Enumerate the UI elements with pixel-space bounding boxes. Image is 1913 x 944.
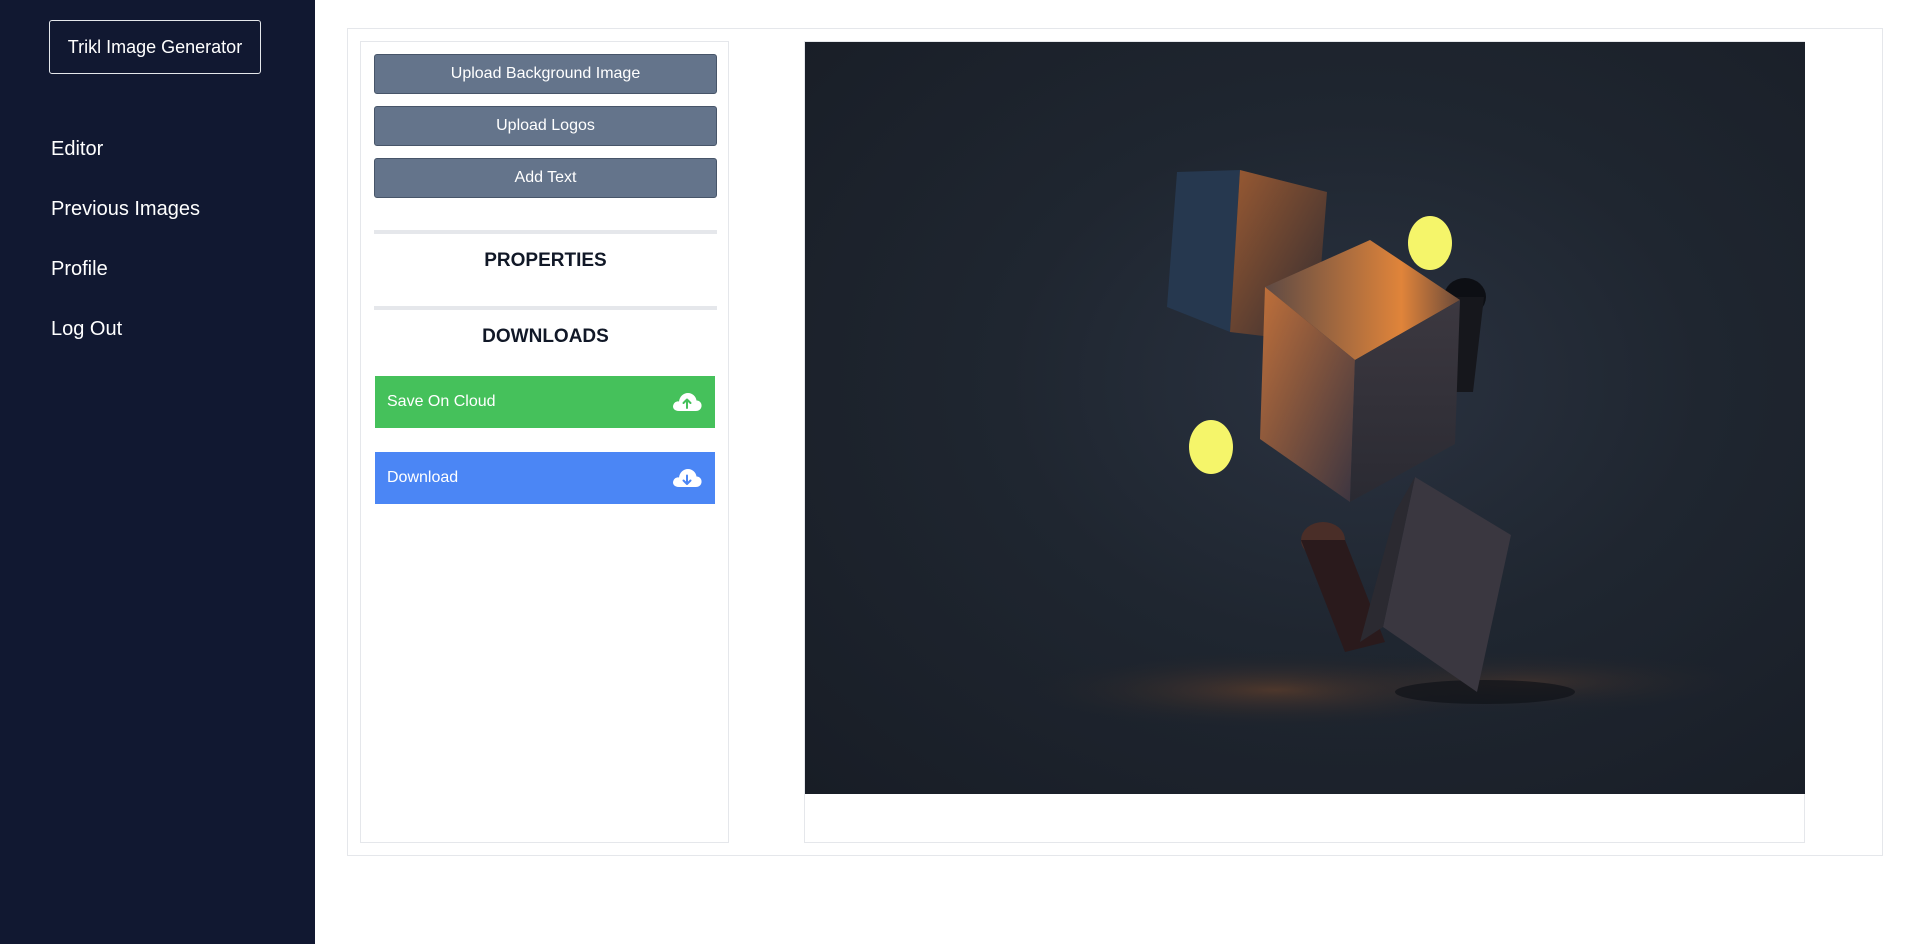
sidebar-item-log-out[interactable]: Log Out: [51, 310, 200, 370]
upload-logos-button[interactable]: Upload Logos: [374, 106, 717, 146]
app-root: Trikl Image Generator Editor Previous Im…: [0, 0, 1913, 944]
save-on-cloud-label: Save On Cloud: [387, 393, 496, 410]
download-label: Download: [387, 469, 459, 486]
brand-button[interactable]: Trikl Image Generator: [49, 20, 261, 74]
background-image: [1015, 170, 1765, 730]
sidebar: Trikl Image Generator Editor Previous Im…: [0, 0, 315, 944]
add-text-button[interactable]: Add Text: [374, 158, 717, 198]
download-button[interactable]: Download: [375, 452, 715, 504]
sidebar-item-previous-images[interactable]: Previous Images: [51, 190, 200, 250]
cloud-download-icon: [671, 466, 703, 490]
divider: [374, 230, 717, 234]
properties-title: PROPERTIES: [484, 250, 607, 271]
upload-background-button[interactable]: Upload Background Image: [374, 54, 717, 94]
sidebar-nav: Editor Previous Images Profile Log Out: [51, 130, 200, 370]
tools-panel: Upload Background Image Upload Logos Add…: [360, 41, 729, 843]
image-canvas[interactable]: [805, 42, 1805, 794]
downloads-title: DOWNLOADS: [482, 326, 609, 347]
save-on-cloud-button[interactable]: Save On Cloud: [375, 376, 715, 428]
sidebar-item-profile[interactable]: Profile: [51, 250, 200, 310]
cloud-upload-icon: [671, 390, 703, 414]
sidebar-item-editor[interactable]: Editor: [51, 130, 200, 190]
canvas-frame: [804, 41, 1805, 843]
divider: [374, 306, 717, 310]
